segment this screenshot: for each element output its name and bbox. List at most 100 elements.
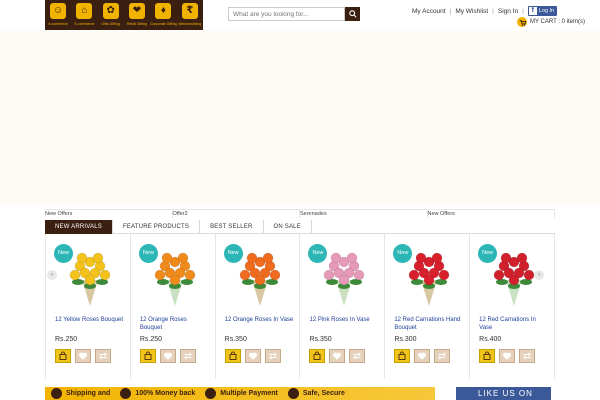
product-card[interactable]: New 12 Orange Roses In Vase Rs.350 [216,234,301,379]
flower [424,274,435,286]
logo-caption: Corporate Gifting [150,22,177,26]
flower [409,269,420,281]
add-to-cart-button[interactable] [309,349,326,363]
search-button[interactable] [345,7,360,21]
product-name-link[interactable]: 12 Red Carnations Hand Bouquet [394,316,464,332]
add-to-compare-button[interactable] [434,349,451,363]
sign-in-link[interactable]: Sign In [498,8,518,15]
product-carousel: New 12 Yellow Roses Bouquet Rs.250 New 12 Or… [45,234,555,379]
add-to-wishlist-button[interactable] [329,349,346,363]
brand-logo-strip[interactable]: ☺ e-commerce ⌂ E-commerce ✿ Gifts Giftin… [45,0,203,30]
logo-item[interactable]: ❤ Retail Gifting [124,0,150,30]
flower [347,252,358,264]
product-card[interactable]: New 12 Pink Roses In Vase Rs.350 [300,234,386,379]
product-card[interactable]: New 12 Orange Roses Bouquet Rs.250 [131,234,216,379]
add-to-cart-button[interactable] [224,349,241,363]
product-name-link[interactable]: 12 Orange Roses In Vase [225,316,295,324]
add-to-cart-button[interactable] [139,349,156,363]
flower [92,252,104,264]
feature-label: Shipping and [66,390,111,397]
logo-caption: Gifts Gifting [101,22,120,26]
flower [99,269,111,281]
search-icon [348,10,357,18]
home-icon: ⌂ [76,3,93,19]
bag-icon [229,351,237,360]
tab-feature-products[interactable]: FEATURE PRODUCTS [113,220,201,234]
flower [254,274,265,286]
carousel-prev-button[interactable]: ‹ [47,270,57,280]
heart-icon [78,352,88,360]
separator: | [449,7,452,15]
flower [246,252,257,264]
flower [184,269,196,281]
flower [161,252,173,264]
logo-item[interactable]: ₹ Merchandising [177,0,203,30]
flower [508,274,520,286]
heart-icon: ❤ [128,3,145,19]
flower [69,269,81,281]
mini-cart[interactable]: MY CART : 0 item(s) [517,17,585,27]
compare-icon [268,352,277,360]
logo-item[interactable]: ⌂ E-commerce [71,0,97,30]
offer-link[interactable]: Serenades [300,209,428,218]
product-name-link[interactable]: 12 Orange Roses Bouquet [140,316,210,332]
add-to-compare-button[interactable] [349,349,366,363]
product-name-link[interactable]: 12 Pink Roses In Vase [309,316,379,324]
feature-label: Multiple Payment [220,390,278,397]
product-name-link[interactable]: 12 Red Carnations In Vase [479,316,549,332]
facebook-like-banner[interactable]: LIKE US ON [456,387,551,400]
product-name-link[interactable]: 12 Yellow Roses Bouquet [55,316,125,324]
add-to-cart-button[interactable] [394,349,411,363]
offer-link[interactable]: New Offers [427,209,555,218]
add-to-compare-button[interactable] [264,349,281,363]
add-to-wishlist-button[interactable] [159,349,176,363]
add-to-wishlist-button[interactable] [499,349,516,363]
compare-icon [438,352,447,360]
flower [269,269,280,281]
add-to-cart-button[interactable] [55,349,71,363]
new-badge: New [54,244,73,263]
logo-item[interactable]: ✿ Gifts Gifting [98,0,124,30]
add-to-wishlist-button[interactable] [75,349,91,363]
logo-item[interactable]: ☺ e-commerce [45,0,71,30]
product-card[interactable]: New 12 Red Carnations In Vase Rs.400 [470,234,555,379]
bag-icon [483,351,491,360]
offers-row: New Offers Offer2 Serenades New Offers [45,209,555,218]
add-to-wishlist-button[interactable] [414,349,431,363]
separator: | [522,7,524,15]
add-to-cart-button[interactable] [479,349,496,363]
compare-icon [99,352,107,360]
hero-banner[interactable] [0,31,600,205]
facebook-login-button[interactable]: f Log In [527,6,558,16]
new-badge: New [138,244,158,263]
flower [154,269,166,281]
heart-icon [248,352,257,360]
tab-new-arrivals[interactable]: NEW ARRIVALS [45,220,113,234]
product-actions [224,349,281,363]
my-wishlist-link[interactable]: My Wishlist [455,8,488,15]
shipping-icon [51,388,62,399]
add-to-compare-button[interactable] [179,349,196,363]
offer-link[interactable]: Offer2 [172,209,300,218]
add-to-compare-button[interactable] [519,349,536,363]
product-card[interactable]: New 12 Yellow Roses Bouquet Rs.250 [46,234,131,379]
tab-on-sale[interactable]: ON SALE [264,220,312,234]
logo-item[interactable]: ♦ Corporate Gifting [150,0,177,30]
flower [76,252,88,264]
heart-icon [418,352,427,360]
add-to-wishlist-button[interactable] [244,349,261,363]
tab-best-seller[interactable]: BEST SELLER [200,220,264,234]
heart-icon [503,352,512,360]
add-to-compare-button[interactable] [95,349,111,363]
carousel-next-button[interactable]: › [534,270,544,280]
product-card[interactable]: New 12 Red Carnations Hand Bouquet Rs.300 [385,234,471,379]
offer-link[interactable]: New Offers [45,209,173,218]
diamond-icon: ♦ [155,3,172,19]
feature-money-back: 100% Money back [120,388,195,399]
logo-caption: Retail Gifting [126,22,147,26]
feature-label: 100% Money back [135,390,196,397]
search-bar [228,7,360,21]
search-input[interactable] [228,7,345,21]
feature-payment: Multiple Payment [205,388,278,399]
my-account-link[interactable]: My Account [412,8,446,15]
